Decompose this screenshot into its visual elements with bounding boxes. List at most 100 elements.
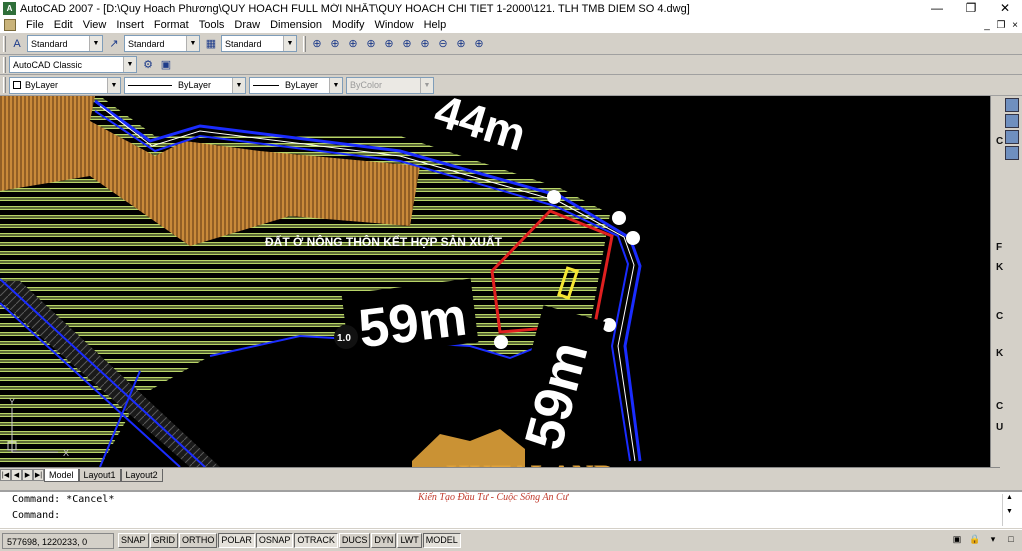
workspace-settings-icon[interactable]: ⚙	[140, 57, 156, 73]
coordinate-display[interactable]: 577698, 1220233, 0	[2, 532, 114, 549]
otrack-toggle[interactable]: OTRACK	[294, 533, 338, 548]
palette-layer-icon[interactable]	[1005, 98, 1019, 112]
menu-format[interactable]: Format	[150, 19, 195, 31]
vertex-point[interactable]	[626, 231, 640, 245]
toolbar-grip[interactable]	[3, 35, 6, 52]
window-title: AutoCAD 2007 - [D:\Quy Hoach Phương\QUY …	[20, 2, 690, 15]
command-input[interactable]: Command:	[0, 508, 1022, 524]
dyn-toggle[interactable]: DYN	[371, 533, 397, 548]
menu-modify[interactable]: Modify	[328, 19, 370, 31]
clean-screen-icon[interactable]: □	[1004, 534, 1018, 548]
zoom-dynamic-icon[interactable]: ⊕	[345, 36, 361, 52]
snap-toggle[interactable]: SNAP	[118, 533, 149, 548]
title-bar: A AutoCAD 2007 - [D:\Quy Hoach Phương\QU…	[0, 0, 1022, 17]
document-icon[interactable]	[4, 19, 16, 31]
tab-prev-icon[interactable]: ◀	[11, 469, 22, 481]
dimension-59m-left-label: 59m	[355, 287, 470, 360]
menu-dimension[interactable]: Dimension	[266, 19, 328, 31]
table-style-select[interactable]: Standard ▼	[221, 35, 297, 52]
chevron-down-icon[interactable]: ▼	[186, 36, 199, 51]
dim-style-icon[interactable]: ↗	[106, 36, 122, 52]
menu-tools[interactable]: Tools	[195, 19, 231, 31]
color-swatch-icon	[13, 81, 21, 89]
zoom-realtime-icon[interactable]: ⊕	[309, 36, 325, 52]
polar-toggle[interactable]: POLAR	[218, 533, 255, 548]
lwt-toggle[interactable]: LWT	[397, 533, 422, 548]
tab-next-icon[interactable]: ▶	[22, 469, 33, 481]
palette-letter: C	[996, 401, 1004, 412]
palette-layer-icon[interactable]	[1005, 146, 1019, 160]
tab-layout1[interactable]: Layout1	[78, 468, 121, 482]
menu-view[interactable]: View	[79, 19, 113, 31]
lineweight-control-select[interactable]: ByLayer ▼	[249, 76, 343, 94]
linetype-control-select[interactable]: ByLayer ▼	[124, 76, 246, 94]
drawing-canvas[interactable]: ĐẤT Ở NÔNG THÔN KẾT HỢP SẢN XUẤT 44m 59m…	[0, 96, 990, 467]
menu-edit[interactable]: Edit	[50, 19, 79, 31]
minimize-button[interactable]: —	[920, 0, 954, 17]
vertex-point[interactable]	[547, 190, 561, 204]
palette-layer-icon[interactable]	[1005, 114, 1019, 128]
status-bar: 577698, 1220233, 0 SNAP GRID ORTHO POLAR…	[0, 529, 1022, 551]
toolbar-grip[interactable]	[3, 77, 6, 93]
vertex-point[interactable]	[494, 335, 508, 349]
color-control-select[interactable]: ByLayer ▼	[9, 76, 121, 94]
land-use-label: ĐẤT Ở NÔNG THÔN KẾT HỢP SẢN XUẤT	[265, 234, 503, 249]
text-style-icon[interactable]: A	[9, 36, 25, 52]
vertex-point[interactable]	[612, 211, 626, 225]
osnap-toggle[interactable]: OSNAP	[255, 533, 294, 548]
chevron-down-icon[interactable]: ▼	[283, 36, 296, 51]
dim-style-select[interactable]: Standard ▼	[124, 35, 200, 52]
model-toggle[interactable]: MODEL	[422, 533, 461, 548]
menu-window[interactable]: Window	[370, 19, 419, 31]
zoom-window-icon[interactable]: ⊕	[327, 36, 343, 52]
communication-center-icon[interactable]: ▣	[950, 534, 964, 548]
palette-layer-icon[interactable]	[1005, 130, 1019, 144]
close-button[interactable]: ✕	[988, 0, 1022, 17]
lock-icon[interactable]: 🔒	[968, 534, 982, 548]
restore-button[interactable]: ❐	[954, 0, 988, 17]
logo-text: HUTALAND	[446, 459, 615, 467]
command-scrollbar[interactable]: ▲ ▼	[1002, 494, 1016, 526]
tab-last-icon[interactable]: ▶|	[33, 469, 44, 481]
doc-minimize-button[interactable]: _	[980, 20, 994, 31]
tab-layout2[interactable]: Layout2	[120, 468, 163, 482]
tab-model[interactable]: Model	[44, 468, 79, 482]
zoom-in-icon[interactable]: ⊕	[417, 36, 433, 52]
toolbar-grip[interactable]	[3, 56, 6, 73]
dimension-59m-right-label: 59m	[514, 336, 600, 456]
my-workspace-icon[interactable]: ▣	[158, 57, 174, 73]
cad-drawing[interactable]: ĐẤT Ở NÔNG THÔN KẾT HỢP SẢN XUẤT 44m 59m…	[0, 96, 990, 467]
zoom-scale-icon[interactable]: ⊕	[363, 36, 379, 52]
chevron-down-icon[interactable]: ▼	[123, 57, 136, 72]
chevron-down-icon[interactable]: ▼	[232, 77, 245, 93]
zoom-all-icon[interactable]: ⊕	[453, 36, 469, 52]
menu-draw[interactable]: Draw	[230, 19, 266, 31]
grid-toggle[interactable]: GRID	[149, 533, 179, 548]
menu-help[interactable]: Help	[420, 19, 453, 31]
svg-text:X: X	[63, 448, 69, 458]
zoom-object-icon[interactable]: ⊕	[399, 36, 415, 52]
workspace-select[interactable]: AutoCAD Classic ▼	[9, 56, 137, 73]
layout-tabs-bar: |◀ ◀ ▶ ▶| Model Layout1 Layout2	[0, 467, 1000, 482]
text-style-select[interactable]: Standard ▼	[27, 35, 103, 52]
chevron-down-icon[interactable]: ▼	[107, 77, 120, 93]
toolbar-grip[interactable]	[303, 35, 306, 52]
zoom-extents-icon[interactable]: ⊕	[471, 36, 487, 52]
tab-first-icon[interactable]: |◀	[0, 469, 11, 481]
status-menu-icon[interactable]: ▾	[986, 534, 1000, 548]
chevron-down-icon[interactable]: ▼	[89, 36, 102, 51]
zoom-center-icon[interactable]: ⊕	[381, 36, 397, 52]
table-style-icon[interactable]: ▦	[203, 36, 219, 52]
doc-restore-button[interactable]: ❐	[994, 20, 1008, 31]
linetype-sample-icon	[128, 84, 172, 86]
ducs-toggle[interactable]: DUCS	[338, 533, 371, 548]
menu-file[interactable]: File	[22, 19, 50, 31]
chevron-down-icon[interactable]: ▼	[329, 77, 342, 93]
ortho-toggle[interactable]: ORTHO	[179, 533, 218, 548]
autocad-app-icon[interactable]: A	[3, 2, 16, 15]
doc-close-button[interactable]: ×	[1008, 20, 1022, 31]
marker-badge-label: 1.0	[337, 333, 351, 344]
logo-tagline: Kiến Tạo Đầu Tư - Cuộc Sống An Cư	[418, 492, 569, 503]
zoom-out-icon[interactable]: ⊖	[435, 36, 451, 52]
menu-insert[interactable]: Insert	[112, 19, 150, 31]
